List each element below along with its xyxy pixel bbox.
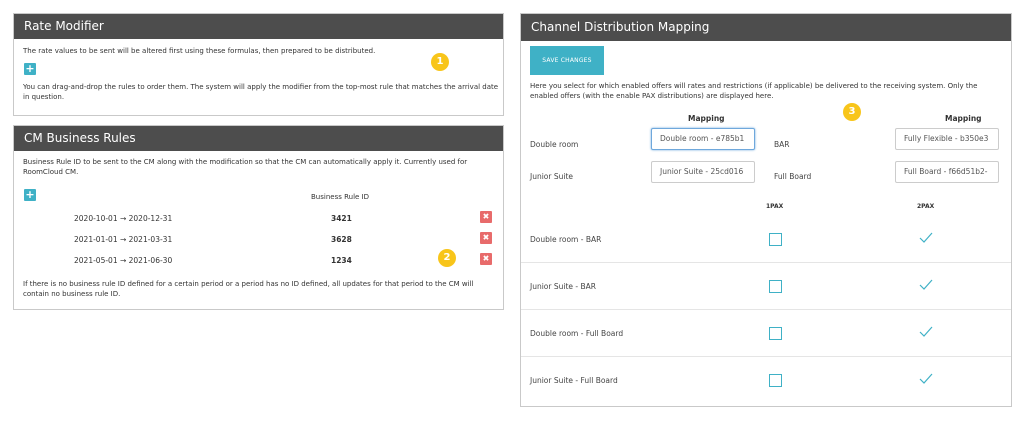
add-business-rule-button[interactable]: + — [24, 189, 36, 201]
pax2-check-icon[interactable] — [919, 325, 933, 339]
distribution-row-name: Double room - BAR — [530, 235, 602, 244]
room-label: Junior Suite — [530, 172, 574, 181]
distribution-row-name: Junior Suite - BAR — [530, 282, 596, 291]
business-rule-row[interactable]: 2021-01-01 → 2021-03-31 3628 ✖ — [14, 230, 503, 250]
room-label: Double room — [530, 140, 579, 149]
room-mapping-input[interactable]: Junior Suite - 25cd016 — [651, 161, 755, 183]
step-badge-2: 2 — [438, 249, 456, 267]
cm-rules-description: Business Rule ID to be sent to the CM al… — [23, 158, 468, 176]
pax-header-2: 2PAX — [917, 203, 935, 210]
mapping-header-rooms: Mapping — [688, 114, 725, 123]
pax1-checkbox[interactable] — [769, 233, 782, 246]
pax2-check-icon[interactable] — [919, 231, 933, 245]
rule-period: 2021-01-01 → 2021-03-31 — [74, 235, 173, 244]
business-rule-row[interactable]: 2020-10-01 → 2020-12-31 3421 ✖ — [14, 209, 503, 229]
board-label: Full Board — [774, 172, 812, 181]
add-rate-modifier-button[interactable]: + — [24, 63, 36, 75]
delete-rule-button[interactable]: ✖ — [480, 253, 492, 265]
save-changes-button[interactable]: SAVE CHANGES — [530, 46, 604, 75]
business-rule-row[interactable]: 2021-05-01 → 2021-06-30 1234 ✖ — [14, 251, 503, 271]
distribution-row-name: Junior Suite - Full Board — [530, 376, 618, 385]
channel-mapping-title: Channel Distribution Mapping — [521, 14, 1011, 41]
channel-mapping-panel: Channel Distribution Mapping SAVE CHANGE… — [520, 13, 1012, 407]
mapping-header-boards: Mapping — [945, 114, 982, 123]
pax1-checkbox[interactable] — [769, 280, 782, 293]
rule-period: 2021-05-01 → 2021-06-30 — [74, 256, 173, 265]
distribution-row: Double room - Full Board — [521, 310, 1011, 357]
rule-id: 3421 — [331, 214, 352, 223]
rate-modifier-title: Rate Modifier — [14, 14, 503, 39]
delete-rule-button[interactable]: ✖ — [480, 211, 492, 223]
board-label: BAR — [774, 140, 790, 149]
rule-id: 3628 — [331, 235, 352, 244]
step-badge-1: 1 — [431, 53, 449, 71]
cm-rules-title: CM Business Rules — [14, 126, 503, 151]
business-rule-id-header: Business Rule ID — [311, 193, 370, 201]
pax-header-1: 1PAX — [766, 203, 784, 210]
board-mapping-input[interactable]: Fully Flexible - b350e3 — [895, 128, 999, 150]
board-mapping-input[interactable]: Full Board - f66d51b2- — [895, 161, 999, 183]
step-badge-3: 3 — [843, 103, 861, 121]
distribution-row-name: Double room - Full Board — [530, 329, 624, 338]
room-mapping-input[interactable]: Double room - e785b1 — [651, 128, 755, 150]
cm-business-rules-panel: CM Business Rules Business Rule ID to be… — [13, 125, 504, 310]
rule-period: 2020-10-01 → 2020-12-31 — [74, 214, 173, 223]
distribution-row: Junior Suite - Full Board — [521, 357, 1011, 404]
channel-description: Here you select for which enabled offers… — [530, 82, 978, 100]
rule-id: 1234 — [331, 256, 352, 265]
rate-modifier-description: The rate values to be sent will be alter… — [23, 47, 376, 55]
pax2-check-icon[interactable] — [919, 372, 933, 386]
pax1-checkbox[interactable] — [769, 374, 782, 387]
cm-rules-footer: If there is no business rule ID defined … — [23, 280, 474, 298]
rate-modifier-panel: Rate Modifier The rate values to be sent… — [13, 13, 504, 116]
distribution-row: Junior Suite - BAR — [521, 263, 1011, 310]
distribution-row: Double room - BAR — [521, 216, 1011, 263]
rate-modifier-help: You can drag-and-drop the rules to order… — [23, 83, 499, 101]
pax1-checkbox[interactable] — [769, 327, 782, 340]
delete-rule-button[interactable]: ✖ — [480, 232, 492, 244]
pax2-check-icon[interactable] — [919, 278, 933, 292]
